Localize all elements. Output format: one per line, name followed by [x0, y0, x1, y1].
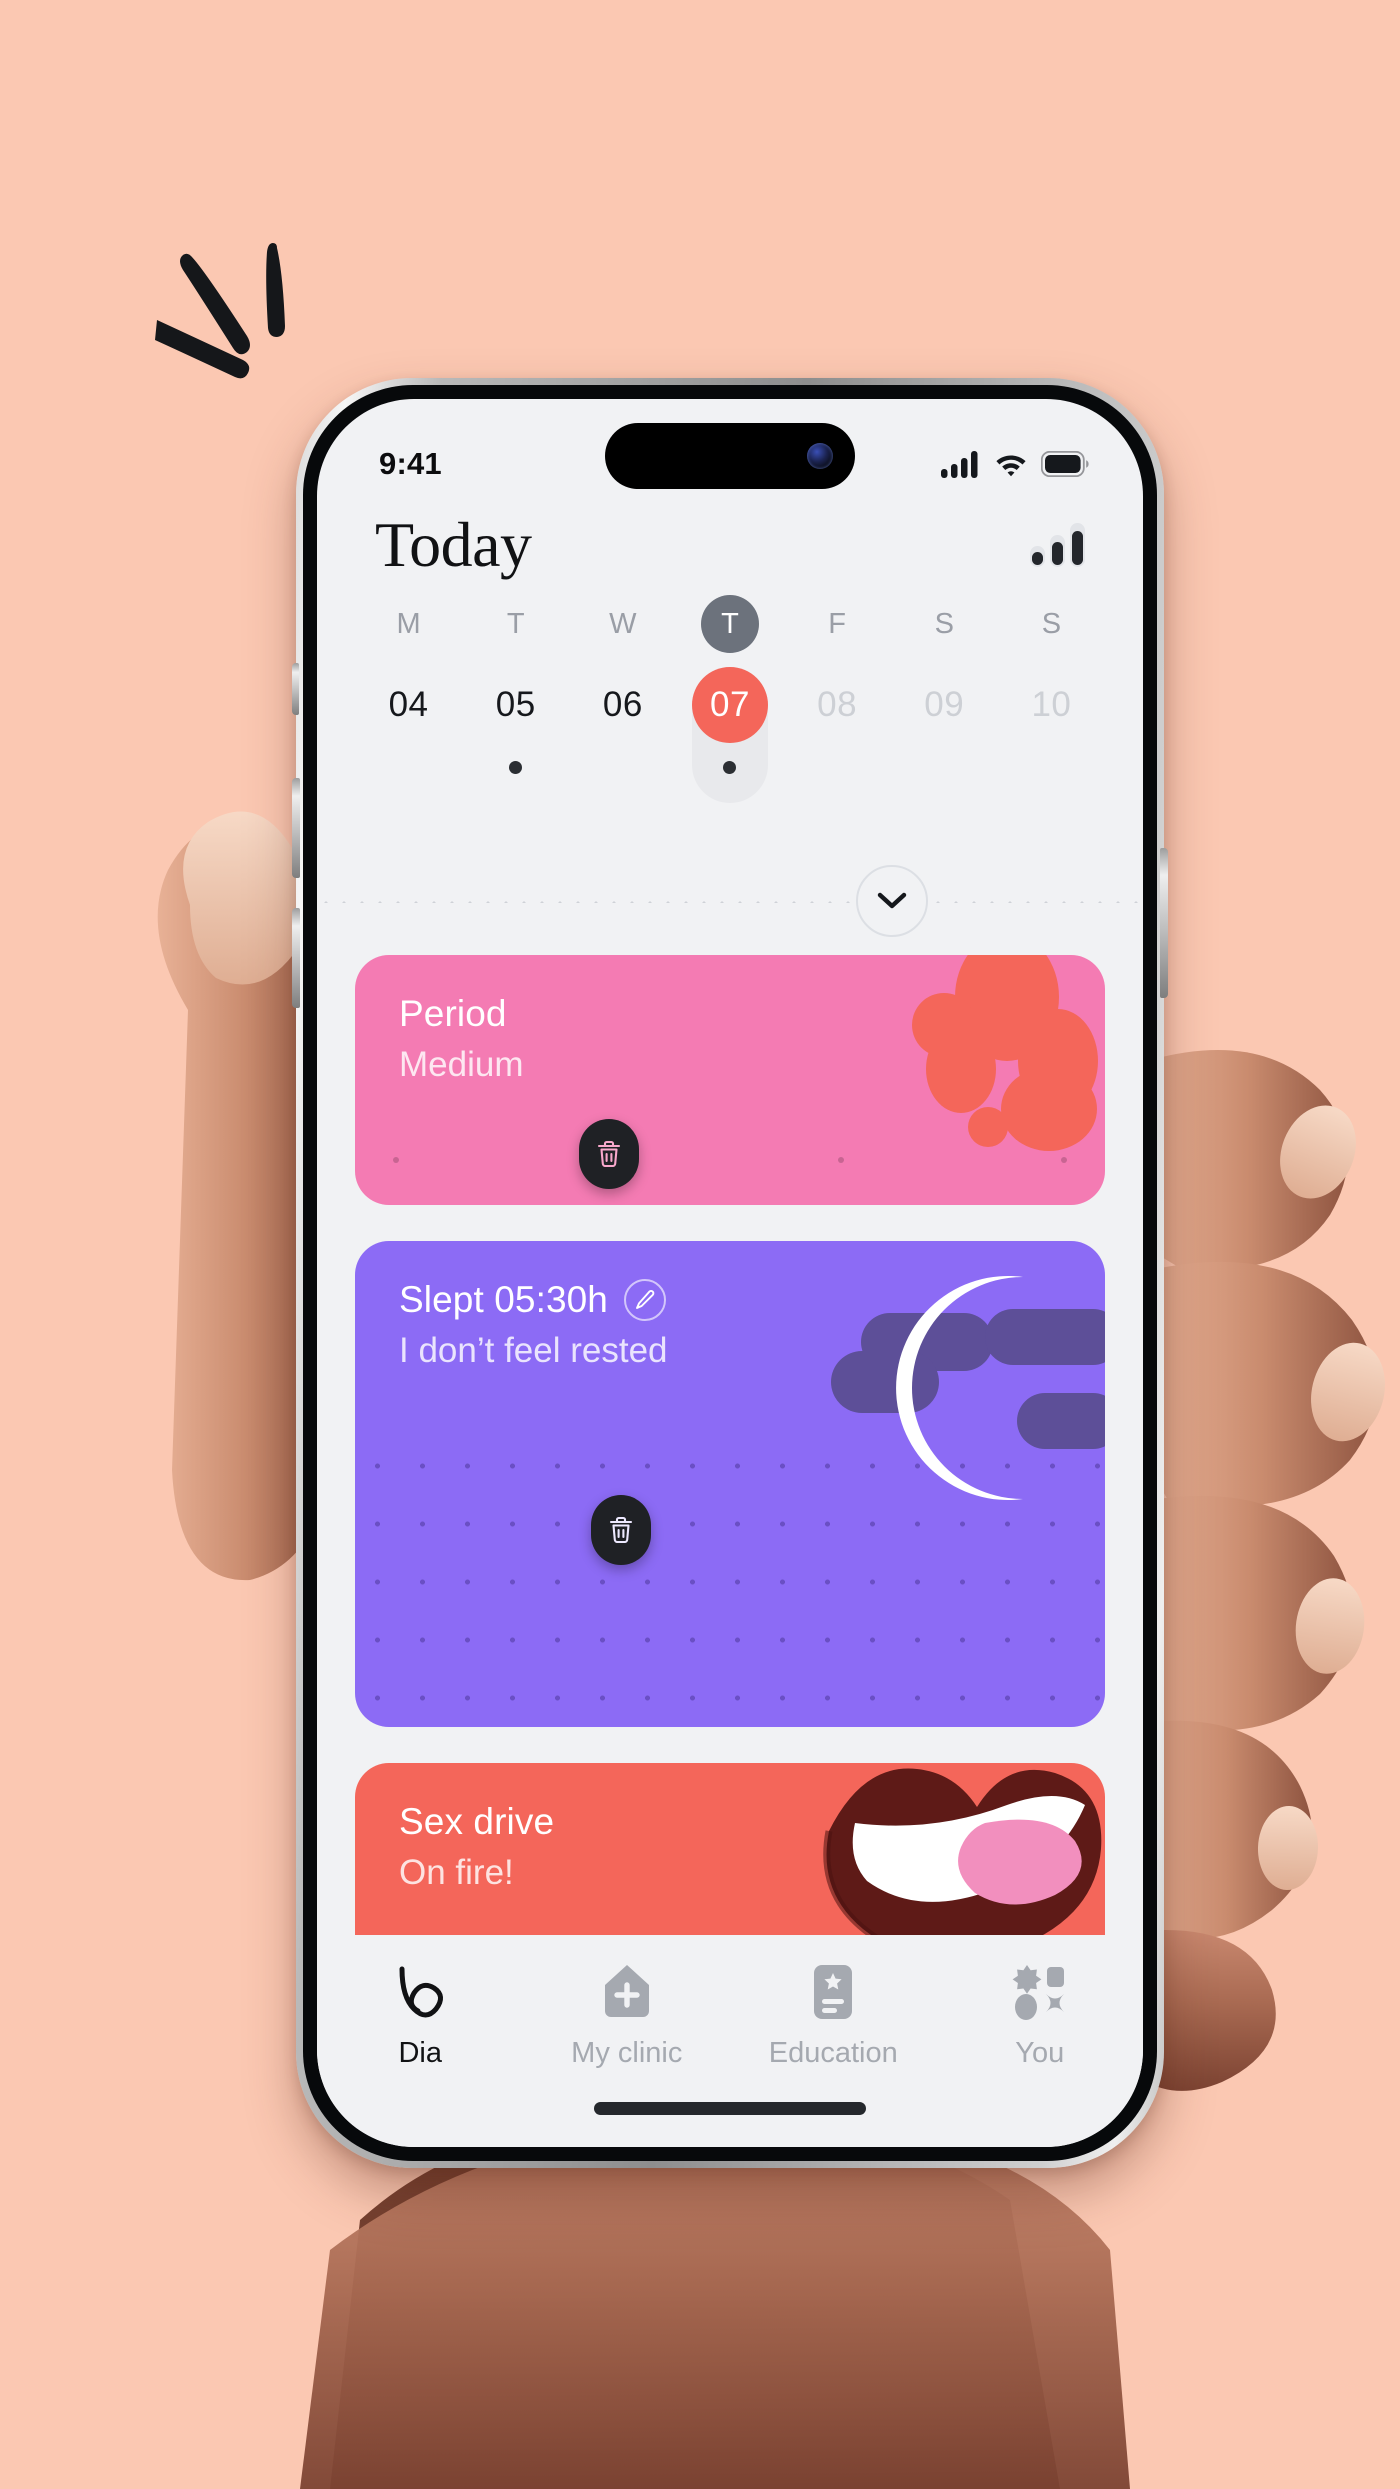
calendar-date-number: 10 [1031, 685, 1072, 724]
calendar-date-number: 08 [817, 685, 858, 724]
tab-education-label: Education [768, 2037, 898, 2069]
trash-icon [597, 1140, 621, 1168]
battery-icon [1041, 451, 1089, 477]
calendar-dow-label: S [934, 607, 954, 640]
bottom-tab-bar: Dia My clinic Education You [317, 1935, 1143, 2147]
card-sleep-subtitle: I don’t feel rested [399, 1331, 668, 1370]
calendar-dow-label: W [609, 607, 637, 640]
tab-my-clinic-label: My clinic [571, 2037, 683, 2069]
phone-device-frame: 9:41 Today M 04 T 05 W 06 T 07 F 08 S 09… [292, 378, 1168, 2168]
tick [838, 1157, 845, 1163]
dia-logo-icon [392, 1961, 448, 2023]
calendar-dow-label: F [828, 607, 846, 640]
calendar-week-strip: M 04 T 05 W 06 T 07 F 08 S 09 S 10 [317, 595, 1143, 803]
status-bar-icons [941, 450, 1089, 478]
calendar-day-05[interactable]: T 05 [462, 595, 569, 803]
page-title: Today [375, 509, 532, 580]
calendar-event-dot [723, 761, 737, 774]
book-icon [809, 1961, 857, 2023]
trash-icon [609, 1516, 633, 1544]
tab-you[interactable]: You [937, 1961, 1144, 2070]
home-indicator[interactable] [594, 2102, 866, 2115]
calendar-date-number: 04 [388, 685, 429, 724]
tick [1060, 1157, 1067, 1163]
card-period-subtitle: Medium [399, 1045, 524, 1084]
card-period-delete-button[interactable] [579, 1119, 639, 1189]
calendar-date-number: 07 [691, 667, 768, 743]
volume-up-button[interactable] [292, 778, 300, 878]
card-sleep-delete-button[interactable] [591, 1495, 651, 1565]
calendar-row: M 04 T 05 W 06 T 07 F 08 S 09 S 10 [355, 595, 1105, 803]
calendar-date-number: 06 [602, 685, 643, 724]
phone-bezel: 9:41 Today M 04 T 05 W 06 T 07 F 08 S 09… [303, 385, 1157, 2161]
calendar-event-dot [509, 761, 523, 774]
cellular-signal-icon [941, 451, 978, 478]
card-sleep-title: Slept 05:30h [399, 1279, 1061, 1321]
calendar-date-number: 05 [495, 685, 536, 724]
calendar-day-cell[interactable]: 06 [585, 667, 661, 803]
calendar-day-cell[interactable]: 04 [371, 667, 447, 803]
tab-dia[interactable]: Dia [317, 1961, 524, 2070]
card-sleep-dot-grid [355, 1437, 1105, 1727]
dynamic-island [605, 423, 855, 489]
status-bar-clock: 9:41 [379, 446, 442, 481]
clinic-house-icon [601, 1961, 653, 2023]
power-button[interactable] [1160, 848, 1168, 998]
calendar-dow-label: M [396, 607, 421, 640]
tab-dia-label: Dia [398, 2037, 442, 2069]
calendar-divider [317, 901, 1143, 903]
tab-my-clinic[interactable]: My clinic [524, 1961, 731, 2070]
calendar-day-cell[interactable]: 07 [691, 667, 768, 803]
phone-screen: 9:41 Today M 04 T 05 W 06 T 07 F 08 S 09… [317, 399, 1143, 2147]
wifi-icon [996, 455, 1026, 477]
calendar-dow-label: S [1041, 607, 1062, 640]
calendar-day-cell[interactable]: 05 [478, 667, 554, 803]
calendar-day-06[interactable]: W 06 [569, 595, 676, 803]
calendar-day-cell[interactable]: 10 [1013, 667, 1089, 803]
card-period-ticks [393, 1157, 1067, 1163]
pencil-icon[interactable] [623, 1279, 666, 1321]
chevron-down-icon[interactable] [856, 865, 928, 937]
card-sleep[interactable]: Slept 05:30h I don’t feel rested [355, 1241, 1105, 1727]
volume-down-button[interactable] [292, 908, 300, 1008]
tick [393, 1157, 399, 1163]
silent-switch[interactable] [292, 663, 299, 715]
calendar-day-08[interactable]: F 08 [784, 595, 891, 803]
tab-education[interactable]: Education [730, 1961, 937, 2070]
calendar-dow-label: T [506, 607, 525, 640]
shapes-profile-icon [1012, 1961, 1068, 2023]
insights-bars-icon[interactable] [1029, 522, 1087, 568]
page-header: Today [317, 495, 1143, 595]
card-sleep-title-text: Slept 05:30h [399, 1279, 608, 1320]
card-period[interactable]: Period Medium [355, 955, 1105, 1205]
calendar-dow-label: T [700, 595, 759, 653]
calendar-day-cell[interactable]: 09 [906, 667, 982, 803]
calendar-day-07[interactable]: T 07 [676, 595, 783, 803]
calendar-day-04[interactable]: M 04 [355, 595, 462, 803]
card-sex-drive-subtitle: On fire! [399, 1853, 514, 1892]
front-camera-icon [807, 443, 833, 469]
card-period-title: Period [399, 993, 507, 1034]
calendar-day-09[interactable]: S 09 [891, 595, 998, 803]
calendar-date-number: 09 [924, 685, 965, 724]
card-sex-drive-title: Sex drive [399, 1801, 555, 1842]
tab-you-label: You [1015, 2037, 1065, 2069]
calendar-day-10[interactable]: S 10 [998, 595, 1105, 803]
decorative-strokes [155, 243, 285, 379]
calendar-day-cell[interactable]: 08 [799, 667, 875, 803]
